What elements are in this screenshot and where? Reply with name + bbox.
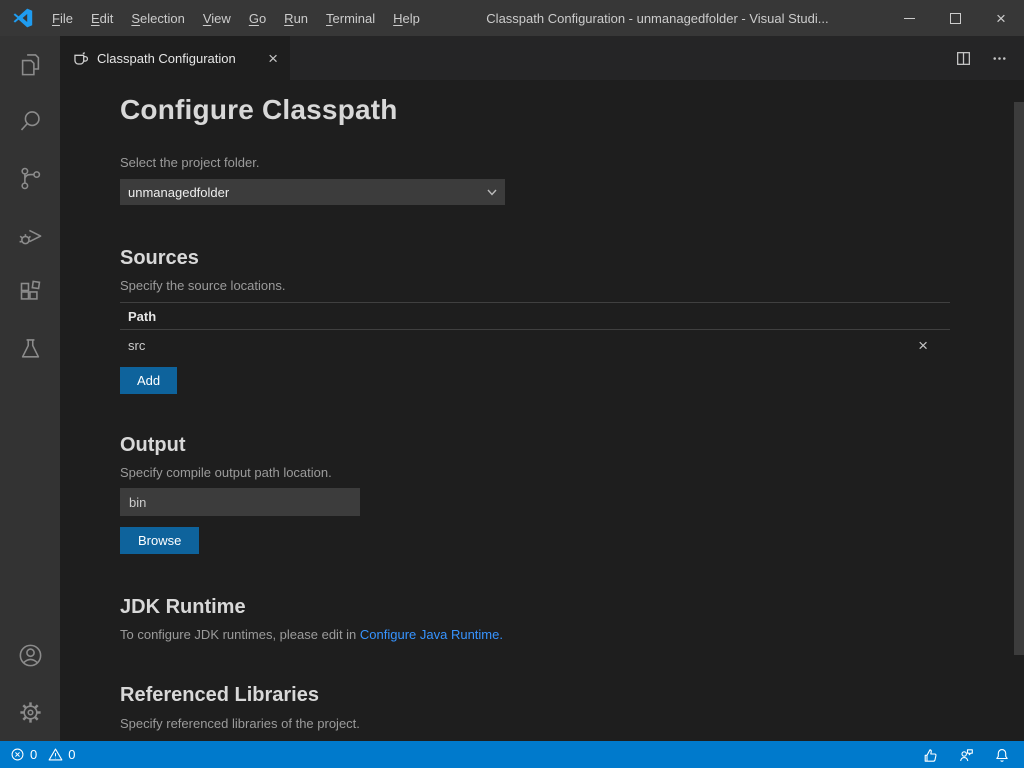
- account-icon: [17, 642, 44, 669]
- sources-table-header: Path: [120, 302, 950, 330]
- java-cup-icon: [72, 50, 89, 67]
- more-actions-button[interactable]: [986, 45, 1012, 71]
- sidebar-item-search[interactable]: [0, 93, 60, 150]
- title-bar: FileEditSelectionViewGoRunTerminalHelp C…: [0, 0, 1024, 36]
- menu-item-view[interactable]: View: [194, 11, 240, 26]
- activity-bar: [0, 36, 60, 741]
- source-path-cell: src: [128, 338, 145, 353]
- remove-source-button[interactable]: ×: [918, 337, 950, 354]
- column-path: Path: [128, 309, 156, 324]
- editor-actions: [950, 36, 1024, 80]
- jdk-runtime-text-before: To configure JDK runtimes, please edit i…: [120, 627, 360, 642]
- status-bar-right: [922, 747, 1024, 763]
- menu-item-run[interactable]: Run: [275, 11, 317, 26]
- project-folder-label: Select the project folder.: [120, 155, 950, 170]
- output-heading: Output: [120, 434, 950, 457]
- source-control-icon: [17, 165, 44, 192]
- window-title: Classpath Configuration - unmanagedfolde…: [429, 11, 886, 26]
- sidebar-item-run-debug[interactable]: [0, 207, 60, 264]
- settings-button[interactable]: [0, 684, 60, 741]
- menu-bar: FileEditSelectionViewGoRunTerminalHelp: [43, 11, 429, 26]
- split-editor-button[interactable]: [950, 45, 976, 71]
- files-icon: [17, 51, 44, 78]
- tab-classpath-configuration[interactable]: Classpath Configuration ×: [60, 36, 290, 80]
- vscode-logo-icon: [13, 8, 33, 28]
- sidebar-item-testing[interactable]: [0, 321, 60, 378]
- menu-item-go[interactable]: Go: [240, 11, 275, 26]
- project-folder-select[interactable]: unmanagedfolder: [120, 179, 505, 205]
- maximize-icon: [950, 13, 961, 24]
- window-controls: ×: [886, 0, 1024, 36]
- bell-icon: [994, 747, 1010, 763]
- output-description: Specify compile output path location.: [120, 465, 950, 480]
- account-button[interactable]: [0, 627, 60, 684]
- activity-bar-bottom: [0, 627, 60, 741]
- sources-table: Path src ×: [120, 302, 950, 360]
- output-path-input[interactable]: [120, 488, 360, 516]
- sources-description: Specify the source locations.: [120, 278, 950, 293]
- beaker-icon: [17, 336, 44, 363]
- jdk-runtime-text: To configure JDK runtimes, please edit i…: [120, 627, 950, 642]
- tab-bar: Classpath Configuration ×: [60, 36, 1024, 80]
- tab-close-icon[interactable]: ×: [268, 50, 278, 67]
- sources-heading: Sources: [120, 247, 950, 270]
- close-icon: ×: [996, 10, 1006, 27]
- table-row: src ×: [120, 330, 950, 360]
- tab-label: Classpath Configuration: [97, 51, 236, 66]
- menu-item-selection[interactable]: Selection: [122, 11, 193, 26]
- minimize-button[interactable]: [886, 0, 932, 36]
- menu-item-edit[interactable]: Edit: [82, 11, 122, 26]
- feedback-thumbs-button[interactable]: [922, 747, 938, 763]
- search-icon: [17, 108, 44, 135]
- java-feedback-button[interactable]: [958, 747, 974, 763]
- thumbs-up-icon: [922, 747, 938, 763]
- maximize-button[interactable]: [932, 0, 978, 36]
- warning-icon: [48, 747, 63, 762]
- run-debug-icon: [17, 222, 44, 249]
- problems-status[interactable]: 0 0: [0, 747, 81, 762]
- minimize-icon: [904, 18, 915, 19]
- menu-item-file[interactable]: File: [43, 11, 82, 26]
- ellipsis-icon: [991, 50, 1008, 67]
- menu-item-help[interactable]: Help: [384, 11, 429, 26]
- referenced-libraries-heading: Referenced Libraries: [120, 684, 950, 707]
- sidebar-item-explorer[interactable]: [0, 36, 60, 93]
- error-icon: [10, 747, 25, 762]
- split-editor-icon: [955, 50, 972, 67]
- chevron-down-icon: [486, 186, 498, 198]
- sidebar-item-source-control[interactable]: [0, 150, 60, 207]
- configure-java-runtime-link[interactable]: Configure Java Runtime.: [360, 627, 503, 642]
- sidebar-item-extensions[interactable]: [0, 264, 60, 321]
- warning-count: 0: [68, 747, 75, 762]
- scrollbar-thumb[interactable]: [1014, 102, 1024, 655]
- add-source-button[interactable]: Add: [120, 367, 177, 394]
- gear-icon: [17, 699, 44, 726]
- vscode-window: FileEditSelectionViewGoRunTerminalHelp C…: [0, 0, 1024, 768]
- browse-button[interactable]: Browse: [120, 527, 199, 554]
- sources-table-body: src ×: [120, 330, 950, 360]
- notifications-button[interactable]: [994, 747, 1010, 763]
- person-feedback-icon: [958, 747, 974, 763]
- project-folder-value: unmanagedfolder: [128, 185, 229, 200]
- status-bar: 0 0: [0, 741, 1024, 768]
- page-title: Configure Classpath: [120, 94, 950, 126]
- referenced-libraries-description: Specify referenced libraries of the proj…: [120, 716, 950, 731]
- classpath-configuration-page: Configure Classpath Select the project f…: [60, 80, 1024, 741]
- menu-item-terminal[interactable]: Terminal: [317, 11, 384, 26]
- extensions-icon: [17, 279, 44, 306]
- error-count: 0: [30, 747, 37, 762]
- close-window-button[interactable]: ×: [978, 0, 1024, 36]
- editor-group: Classpath Configuration ×: [60, 36, 1024, 741]
- jdk-runtime-heading: JDK Runtime: [120, 596, 950, 619]
